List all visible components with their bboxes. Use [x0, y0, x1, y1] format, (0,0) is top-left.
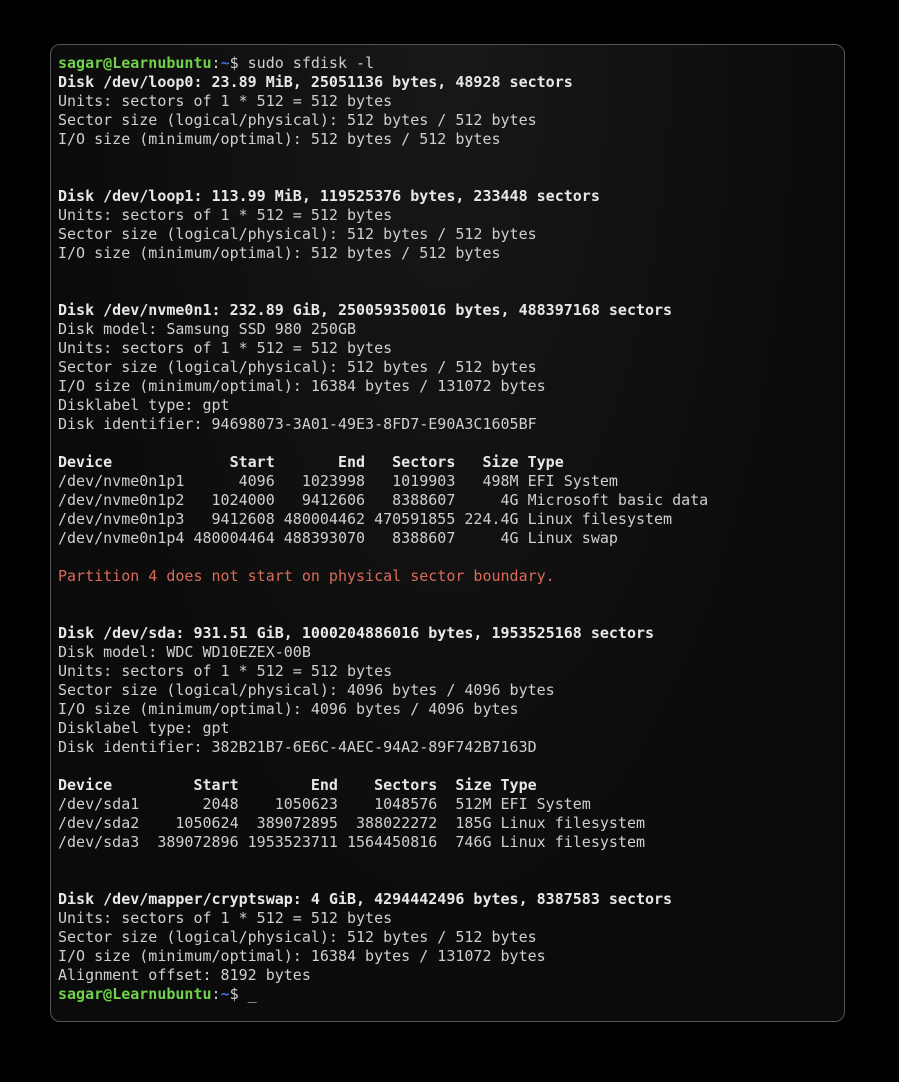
disk-sda-io: I/O size (minimum/optimal): 4096 bytes /… — [58, 700, 519, 718]
disk-nvme-header: Disk /dev/nvme0n1: 232.89 GiB, 250059350… — [58, 301, 672, 319]
disk-loop1-header: Disk /dev/loop1: 113.99 MiB, 119525376 b… — [58, 187, 600, 205]
prompt2-colon: : — [212, 985, 221, 1003]
disk-sda-model: Disk model: WDC WD10EZEX-00B — [58, 643, 311, 661]
prompt-user: sagar — [58, 54, 103, 72]
sda-table-header: Device Start End Sectors Size Type — [58, 776, 537, 794]
disk-nvme-units: Units: sectors of 1 * 512 = 512 bytes — [58, 339, 392, 357]
terminal-window: sagar@Learnubuntu:~$ sudo sfdisk -l Disk… — [50, 44, 845, 1022]
nvme-table-header: Device Start End Sectors Size Type — [58, 453, 564, 471]
disk-crypt-sector: Sector size (logical/physical): 512 byte… — [58, 928, 537, 946]
prompt2-at: @ — [103, 985, 112, 1003]
nvme-part-2: /dev/nvme0n1p2 1024000 9412606 8388607 4… — [58, 491, 708, 509]
disk-sda-label: Disklabel type: gpt — [58, 719, 230, 737]
terminal-output[interactable]: sagar@Learnubuntu:~$ sudo sfdisk -l Disk… — [51, 45, 844, 1013]
prompt-at: @ — [103, 54, 112, 72]
disk-loop1-io: I/O size (minimum/optimal): 512 bytes / … — [58, 244, 501, 262]
disk-loop1-sector: Sector size (logical/physical): 512 byte… — [58, 225, 537, 243]
disk-loop0-header: Disk /dev/loop0: 23.89 MiB, 25051136 byt… — [58, 73, 573, 91]
command-text: sudo sfdisk -l — [239, 54, 374, 72]
prompt-host: Learnubuntu — [112, 54, 211, 72]
prompt2-user: sagar — [58, 985, 103, 1003]
nvme-part-3: /dev/nvme0n1p3 9412608 480004462 4705918… — [58, 510, 672, 528]
partition-warning: Partition 4 does not start on physical s… — [58, 567, 555, 585]
disk-nvme-model: Disk model: Samsung SSD 980 250GB — [58, 320, 356, 338]
prompt2-host: Learnubuntu — [112, 985, 211, 1003]
disk-crypt-header: Disk /dev/mapper/cryptswap: 4 GiB, 42944… — [58, 890, 672, 908]
prompt-path: ~ — [221, 54, 230, 72]
disk-loop1-units: Units: sectors of 1 * 512 = 512 bytes — [58, 206, 392, 224]
disk-sda-header: Disk /dev/sda: 931.51 GiB, 1000204886016… — [58, 624, 654, 642]
disk-nvme-io: I/O size (minimum/optimal): 16384 bytes … — [58, 377, 546, 395]
sda-part-3: /dev/sda3 389072896 1953523711 156445081… — [58, 833, 645, 851]
sda-part-1: /dev/sda1 2048 1050623 1048576 512M EFI … — [58, 795, 591, 813]
disk-nvme-ident: Disk identifier: 94698073-3A01-49E3-8FD7… — [58, 415, 537, 433]
sda-part-2: /dev/sda2 1050624 389072895 388022272 18… — [58, 814, 645, 832]
prompt2-dollar: $ — [230, 985, 239, 1003]
nvme-part-4: /dev/nvme0n1p4 480004464 488393070 83886… — [58, 529, 618, 547]
prompt-dollar: $ — [230, 54, 239, 72]
cursor[interactable]: _ — [248, 985, 257, 1004]
disk-sda-sector: Sector size (logical/physical): 4096 byt… — [58, 681, 555, 699]
disk-crypt-align: Alignment offset: 8192 bytes — [58, 966, 311, 984]
disk-sda-ident: Disk identifier: 382B21B7-6E6C-4AEC-94A2… — [58, 738, 537, 756]
disk-crypt-io: I/O size (minimum/optimal): 16384 bytes … — [58, 947, 546, 965]
prompt2-path: ~ — [221, 985, 230, 1003]
nvme-part-1: /dev/nvme0n1p1 4096 1023998 1019903 498M… — [58, 472, 618, 490]
disk-nvme-sector: Sector size (logical/physical): 512 byte… — [58, 358, 537, 376]
disk-loop0-units: Units: sectors of 1 * 512 = 512 bytes — [58, 92, 392, 110]
disk-loop0-sector: Sector size (logical/physical): 512 byte… — [58, 111, 537, 129]
disk-sda-units: Units: sectors of 1 * 512 = 512 bytes — [58, 662, 392, 680]
disk-nvme-label: Disklabel type: gpt — [58, 396, 230, 414]
prompt-colon: : — [212, 54, 221, 72]
disk-loop0-io: I/O size (minimum/optimal): 512 bytes / … — [58, 130, 501, 148]
disk-crypt-units: Units: sectors of 1 * 512 = 512 bytes — [58, 909, 392, 927]
